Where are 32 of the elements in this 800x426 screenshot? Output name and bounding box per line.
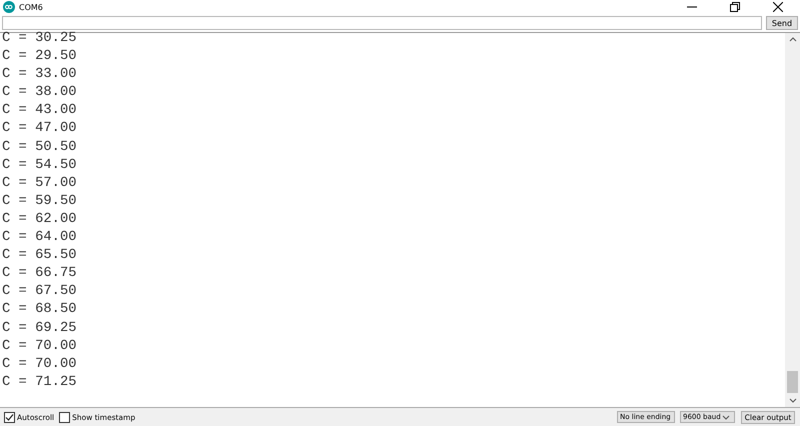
output-line: C = 67.50 [2, 283, 77, 302]
output-line: C = 29.50 [2, 48, 77, 66]
output-line: C = 71.25 [2, 374, 77, 392]
send-button[interactable]: Send [766, 16, 798, 30]
scrollbar-thumb[interactable] [787, 371, 798, 393]
output-line: C = 70.00 [2, 338, 77, 356]
output-line: C = 30.25 [2, 30, 77, 48]
output-line: C = 59.50 [2, 192, 77, 211]
checkbox[interactable] [59, 412, 70, 422]
output-line: C = 38.00 [2, 84, 77, 102]
output-line: C = 69.25 [2, 320, 77, 338]
output-line: C = 47.00 [2, 120, 77, 138]
output-line: C = 43.00 [2, 102, 77, 120]
checkbox[interactable] [4, 412, 15, 422]
close-icon[interactable] [773, 2, 783, 12]
output-line: C = 50.50 [2, 138, 77, 157]
caret-icon [722, 414, 730, 420]
output-line: C = 68.50 [2, 301, 77, 320]
restore-icon[interactable] [730, 2, 740, 12]
output-line: C = 62.00 [2, 210, 77, 229]
window-title: COM6 [19, 2, 43, 12]
output-line: C = 57.00 [2, 174, 77, 193]
message-input-field[interactable] [2, 16, 762, 30]
output-line: C = 33.00 [2, 66, 77, 84]
scrollbar[interactable] [785, 33, 800, 407]
output-line: C = 64.00 [2, 229, 77, 248]
output-line: C = 70.00 [2, 356, 77, 374]
output-line: C = 65.50 [2, 247, 77, 266]
scroll-down-icon[interactable] [788, 398, 796, 403]
output-line: C = 66.75 [2, 265, 77, 284]
scroll-up-icon[interactable] [788, 37, 796, 42]
output-line: C = 54.50 [2, 156, 77, 175]
